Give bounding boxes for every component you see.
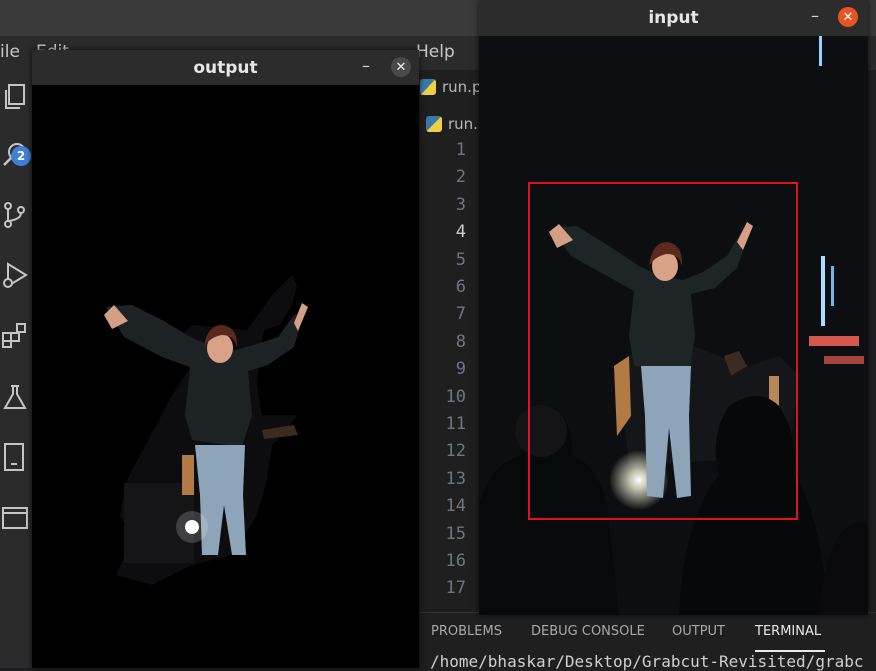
tab-label: run.p — [442, 78, 482, 96]
tab-debug-console[interactable]: DEBUG CONSOLE — [531, 624, 645, 639]
tab-output[interactable]: OUTPUT — [672, 624, 725, 639]
output-window-title: output — [193, 57, 258, 78]
input-image — [479, 36, 868, 615]
scm-badge: 2 — [11, 146, 31, 166]
line-number: 15 — [445, 523, 466, 544]
line-number: 3 — [455, 194, 466, 215]
line-number: 4 — [455, 222, 466, 243]
line-number: 17 — [445, 578, 466, 599]
testing-icon[interactable] — [0, 380, 30, 414]
line-number: 16 — [445, 551, 466, 571]
menu-file[interactable]: ile — [0, 42, 20, 62]
editor-tab[interactable]: run.p — [420, 78, 481, 96]
output-minimize-button[interactable]: – — [362, 56, 370, 75]
line-number: 9 — [455, 359, 466, 380]
remote-explorer-icon[interactable] — [0, 440, 30, 474]
output-window[interactable]: output – ✕ — [32, 50, 419, 668]
line-number: 13 — [445, 468, 466, 489]
extensions-icon[interactable] — [0, 318, 30, 352]
input-window-title: input — [648, 8, 699, 28]
terminal-path[interactable]: /home/bhaskar/Desktop/Grabcut-Revisited/… — [430, 652, 876, 671]
window-icon[interactable] — [0, 500, 30, 534]
python-file-icon — [426, 116, 442, 132]
line-number: 1 — [455, 140, 466, 160]
line-number: 11 — [445, 414, 466, 434]
breadcrumb-label: run. — [448, 115, 478, 133]
menu-help[interactable]: Help — [416, 42, 455, 62]
breadcrumb[interactable]: run. — [426, 115, 478, 133]
input-close-button[interactable]: ✕ — [838, 7, 858, 27]
files-icon[interactable] — [0, 80, 30, 114]
source-control-icon[interactable] — [0, 198, 30, 232]
line-number: 10 — [445, 386, 466, 407]
output-close-button[interactable]: ✕ — [391, 57, 411, 77]
line-number: 12 — [445, 441, 466, 462]
line-number: 8 — [455, 331, 466, 352]
line-number: 2 — [455, 167, 466, 188]
input-titlebar[interactable]: input — [479, 0, 868, 36]
run-debug-icon[interactable] — [0, 258, 30, 292]
input-minimize-button[interactable]: – — [811, 6, 819, 25]
line-number: 6 — [455, 277, 466, 297]
output-titlebar[interactable]: output — [32, 50, 419, 85]
python-file-icon — [420, 79, 436, 95]
output-image — [32, 85, 419, 668]
line-number: 14 — [445, 496, 466, 517]
line-number: 5 — [455, 249, 466, 270]
input-window[interactable]: input – ✕ — [479, 0, 868, 615]
tab-terminal[interactable]: TERMINAL — [755, 624, 821, 639]
tab-problems[interactable]: PROBLEMS — [431, 624, 502, 639]
line-number: 7 — [455, 304, 466, 325]
